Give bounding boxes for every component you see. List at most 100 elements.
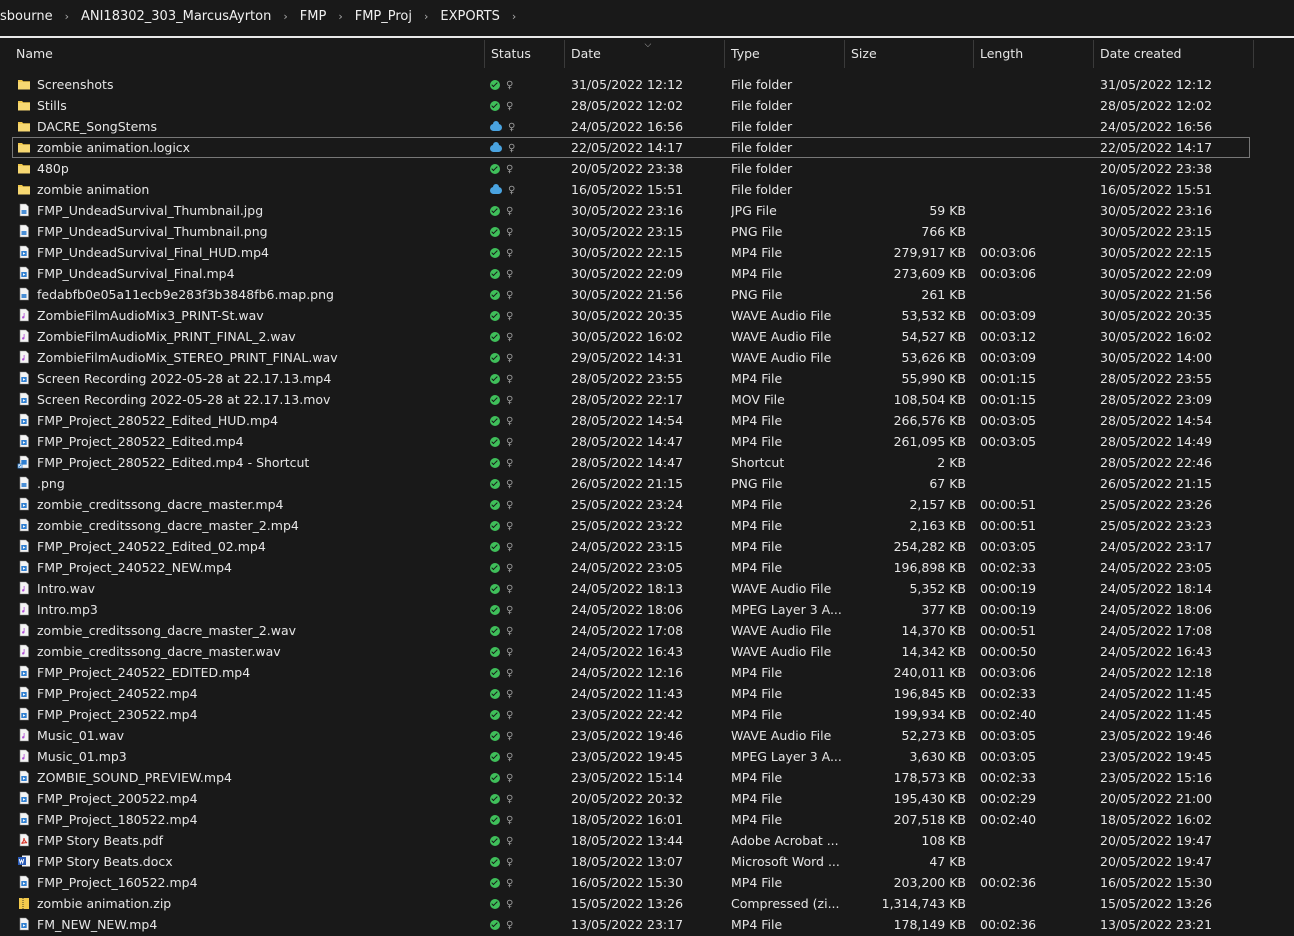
file-name[interactable]: DACRE_SongStems — [37, 116, 477, 137]
column-header-name[interactable]: Name — [10, 40, 485, 68]
file-name[interactable]: zombie_creditssong_dacre_master_2.wav — [37, 620, 477, 641]
file-name[interactable]: FMP_UndeadSurvival_Final_HUD.mp4 — [37, 242, 477, 263]
file-row[interactable]: zombie animation ♀ 16/05/2022 15:51 File fo… — [0, 179, 1294, 200]
file-row[interactable]: DACRE_SongStems ♀ 24/05/2022 16:56 File fol… — [0, 116, 1294, 137]
file-date: 30/05/2022 20:35 — [571, 308, 684, 323]
file-row[interactable]: zombie_creditssong_dacre_master.wav ♀ 24/0… — [0, 641, 1294, 662]
file-name[interactable]: ZombieFilmAudioMix_STEREO_PRINT_FINAL.wa… — [37, 347, 477, 368]
column-header-length[interactable]: Length — [974, 40, 1094, 68]
file-row[interactable]: FMP_Project_240522_EDITED.mp4 ♀ 24/05/2022… — [0, 662, 1294, 683]
file-row[interactable]: FMP_Project_200522.mp4 ♀ 20/05/2022 20:32 M… — [0, 788, 1294, 809]
file-date: 31/05/2022 12:12 — [571, 77, 684, 92]
column-header-status[interactable]: Status — [485, 40, 565, 68]
file-row[interactable]: Screenshots ♀ 31/05/2022 12:12 File folder 3… — [0, 74, 1294, 95]
file-row[interactable]: FMP_Project_280522_Edited_HUD.mp4 ♀ 28/05/… — [0, 410, 1294, 431]
column-header-type[interactable]: Type — [725, 40, 845, 68]
file-row[interactable]: 480p ♀ 20/05/2022 23:38 File folder 20/05/20… — [0, 158, 1294, 179]
file-name[interactable]: Music_01.wav — [37, 725, 477, 746]
file-row[interactable]: FMP_UndeadSurvival_Final_HUD.mp4 ♀ 30/05/2… — [0, 242, 1294, 263]
file-row[interactable]: Screen Recording 2022-05-28 at 22.17.13.… — [0, 368, 1294, 389]
file-name[interactable]: FMP_Project_240522_EDITED.mp4 — [37, 662, 477, 683]
column-header-date-created[interactable]: Date created — [1094, 40, 1254, 68]
file-name[interactable]: FMP_Project_280522_Edited_HUD.mp4 — [37, 410, 477, 431]
file-name[interactable]: FMP Story Beats.docx — [37, 851, 477, 872]
file-row[interactable]: .png ♀ 26/05/2022 21:15 PNG File 67 KB 26/05/… — [0, 473, 1294, 494]
file-row[interactable]: FMP_Project_240522_Edited_02.mp4 ♀ 24/05/2… — [0, 536, 1294, 557]
column-header-size[interactable]: Size — [845, 40, 974, 68]
file-row[interactable]: FMP_Project_280522_Edited.mp4 - Shortcut… — [0, 452, 1294, 473]
file-row[interactable]: Stills ♀ 28/05/2022 12:02 File folder 28/05/… — [0, 95, 1294, 116]
file-row[interactable]: FM_NEW_NEW.mp4 ♀ 13/05/2022 23:17 MP4 File 1… — [0, 914, 1294, 935]
file-row[interactable]: FMP_Project_180522.mp4 ♀ 18/05/2022 16:01 M… — [0, 809, 1294, 830]
file-row[interactable]: zombie_creditssong_dacre_master_2.mp4 ♀ 25… — [0, 515, 1294, 536]
file-name[interactable]: zombie animation.logicx — [37, 137, 477, 158]
file-row[interactable]: Intro.mp3 ♀ 24/05/2022 18:06 MPEG Layer 3 A… — [0, 599, 1294, 620]
file-name[interactable]: Music_01.mp3 — [37, 746, 477, 767]
file-row[interactable]: FMP Story Beats.pdf ♀ 18/05/2022 13:44 Adob… — [0, 830, 1294, 851]
file-name[interactable]: FMP_Project_160522.mp4 — [37, 872, 477, 893]
file-name[interactable]: ZombieFilmAudioMix3_PRINT-St.wav — [37, 305, 477, 326]
file-name[interactable]: Screen Recording 2022-05-28 at 22.17.13.… — [37, 389, 477, 410]
file-name[interactable]: FMP_UndeadSurvival_Thumbnail.png — [37, 221, 477, 242]
file-name[interactable]: zombie animation.zip — [37, 893, 477, 914]
file-row[interactable]: zombie_creditssong_dacre_master_2.wav ♀ 24… — [0, 620, 1294, 641]
file-row[interactable]: ZombieFilmAudioMix_PRINT_FINAL_2.wav ♀ 30/… — [0, 326, 1294, 347]
file-length — [980, 851, 1080, 872]
file-row[interactable]: zombie animation.zip ♀ 15/05/2022 13:26 Com… — [0, 893, 1294, 914]
file-name[interactable]: FMP_Project_240522_Edited_02.mp4 — [37, 536, 477, 557]
file-row[interactable]: FMP_Project_230522.mp4 ♀ 23/05/2022 22:42 M… — [0, 704, 1294, 725]
file-name[interactable]: FMP Story Beats.pdf — [37, 830, 477, 851]
file-row[interactable]: Screen Recording 2022-05-28 at 22.17.13.… — [0, 389, 1294, 410]
file-row[interactable]: Music_01.wav ♀ 23/05/2022 19:46 WAVE Audio … — [0, 725, 1294, 746]
file-row[interactable]: FMP_Project_240522_NEW.mp4 ♀ 24/05/2022 23… — [0, 557, 1294, 578]
file-row[interactable]: FMP_Project_160522.mp4 ♀ 16/05/2022 15:30 M… — [0, 872, 1294, 893]
breadcrumb-item[interactable]: sbourne — [0, 9, 59, 24]
file-name[interactable]: FMP_UndeadSurvival_Thumbnail.jpg — [37, 200, 477, 221]
file-row[interactable]: fedabfb0e05a11ecb9e283f3b3848fb6.map.png… — [0, 284, 1294, 305]
file-name[interactable]: Screen Recording 2022-05-28 at 22.17.13.… — [37, 368, 477, 389]
file-name[interactable]: ZOMBIE_SOUND_PREVIEW.mp4 — [37, 767, 477, 788]
file-name[interactable]: FMP_Project_280522_Edited.mp4 - Shortcut — [37, 452, 477, 473]
breadcrumb-item[interactable]: FMP — [294, 9, 333, 24]
file-name[interactable]: Screenshots — [37, 74, 477, 95]
file-row[interactable]: FMP Story Beats.docx ♀ 18/05/2022 13:07 Mic… — [0, 851, 1294, 872]
file-row[interactable]: ZOMBIE_SOUND_PREVIEW.mp4 ♀ 23/05/2022 15:1… — [0, 767, 1294, 788]
file-name[interactable]: Stills — [37, 95, 477, 116]
file-row[interactable]: Music_01.mp3 ♀ 23/05/2022 19:45 MPEG Layer … — [0, 746, 1294, 767]
file-row[interactable]: FMP_UndeadSurvival_Thumbnail.png ♀ 30/05/2… — [0, 221, 1294, 242]
file-name[interactable]: FMP_Project_230522.mp4 — [37, 704, 477, 725]
file-name[interactable]: FMP_Project_180522.mp4 — [37, 809, 477, 830]
file-row[interactable]: Intro.wav ♀ 24/05/2022 18:13 WAVE Audio Fil… — [0, 578, 1294, 599]
file-row[interactable]: FMP_Project_280522_Edited.mp4 ♀ 28/05/2022… — [0, 431, 1294, 452]
file-name[interactable]: FMP_Project_240522.mp4 — [37, 683, 477, 704]
file-row[interactable]: FMP_UndeadSurvival_Thumbnail.jpg ♀ 30/05/2… — [0, 200, 1294, 221]
breadcrumb-item[interactable]: FMP_Proj — [349, 9, 418, 24]
breadcrumb-item[interactable]: ANI18302_303_MarcusAyrton — [75, 9, 277, 24]
file-name[interactable]: ZombieFilmAudioMix_PRINT_FINAL_2.wav — [37, 326, 477, 347]
file-row[interactable]: ZombieFilmAudioMix3_PRINT-St.wav ♀ 30/05/2… — [0, 305, 1294, 326]
chevron-right-icon[interactable]: › — [506, 10, 522, 23]
file-name[interactable]: zombie_creditssong_dacre_master_2.mp4 — [37, 515, 477, 536]
file-row[interactable]: ZombieFilmAudioMix_STEREO_PRINT_FINAL.wa… — [0, 347, 1294, 368]
breadcrumb-item[interactable]: EXPORTS — [434, 9, 505, 24]
file-row[interactable]: FMP_UndeadSurvival_Final.mp4 ♀ 30/05/2022 … — [0, 263, 1294, 284]
file-name[interactable]: zombie_creditssong_dacre_master.wav — [37, 641, 477, 662]
file-name[interactable]: FMP_Project_280522_Edited.mp4 — [37, 431, 477, 452]
file-row[interactable]: FMP_Project_240522.mp4 ♀ 24/05/2022 11:43 M… — [0, 683, 1294, 704]
column-header-date[interactable]: ⌵ Date — [565, 40, 725, 68]
file-name[interactable]: FMP_UndeadSurvival_Final.mp4 — [37, 263, 477, 284]
file-row[interactable]: zombie animation.logicx ♀ 22/05/2022 14:17… — [12, 137, 1250, 158]
file-name[interactable]: FM_NEW_NEW.mp4 — [37, 914, 477, 935]
file-name[interactable]: zombie_creditssong_dacre_master.mp4 — [37, 494, 477, 515]
file-name[interactable]: Intro.wav — [37, 578, 477, 599]
file-name[interactable]: .png — [37, 473, 477, 494]
synced-check-icon — [490, 499, 500, 510]
file-name[interactable]: zombie animation — [37, 179, 477, 200]
file-name[interactable]: 480p — [37, 158, 477, 179]
file-name[interactable]: fedabfb0e05a11ecb9e283f3b3848fb6.map.png — [37, 284, 477, 305]
file-name[interactable]: FMP_Project_240522_NEW.mp4 — [37, 557, 477, 578]
file-name[interactable]: FMP_Project_200522.mp4 — [37, 788, 477, 809]
file-row[interactable]: zombie_creditssong_dacre_master.mp4 ♀ 25/0… — [0, 494, 1294, 515]
file-date: 18/05/2022 13:07 — [571, 854, 684, 869]
file-name[interactable]: Intro.mp3 — [37, 599, 477, 620]
